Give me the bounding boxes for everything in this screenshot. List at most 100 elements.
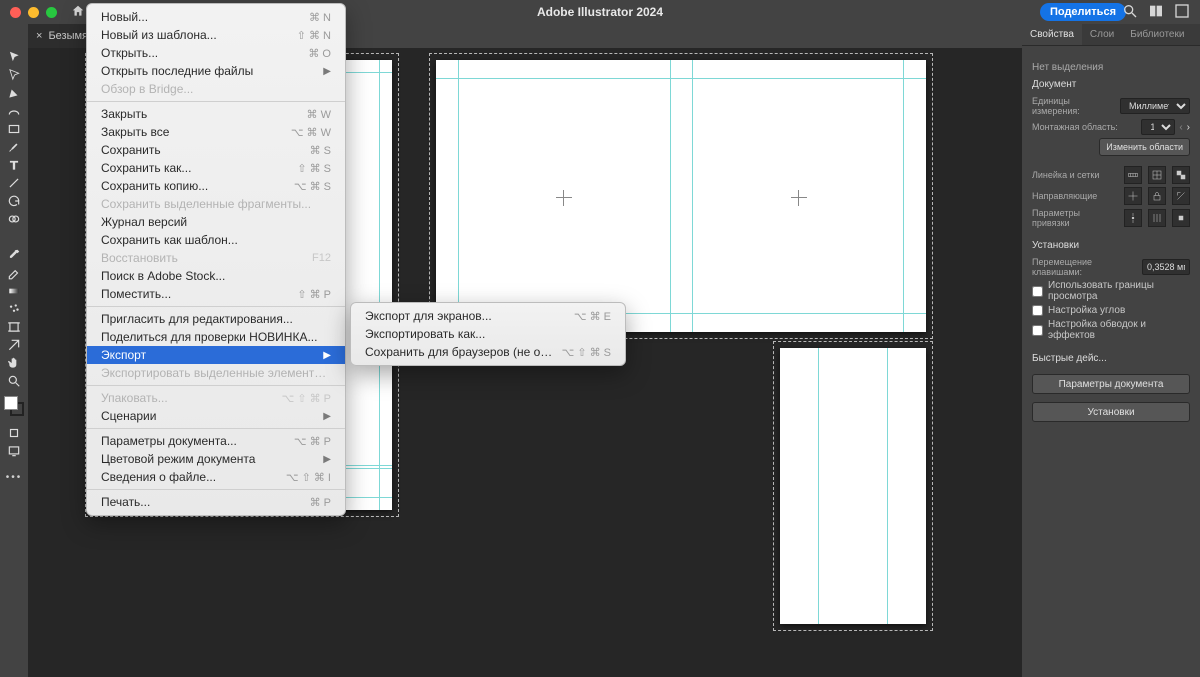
artboard-2[interactable] xyxy=(436,60,926,332)
slice-tool-icon[interactable] xyxy=(0,336,28,354)
document-heading: Документ xyxy=(1032,79,1190,90)
nudge-input[interactable] xyxy=(1142,259,1190,275)
gradient-tool-icon[interactable] xyxy=(0,282,28,300)
menu-item-label: Поместить... xyxy=(101,287,289,301)
close-window-icon[interactable] xyxy=(10,7,21,18)
arrange-icon[interactable] xyxy=(1174,3,1190,22)
workspace-icon[interactable] xyxy=(1148,3,1164,22)
draw-mode-icon[interactable] xyxy=(0,424,28,442)
home-icon[interactable] xyxy=(71,4,85,21)
nudge-label: Перемещение клавишами: xyxy=(1032,257,1138,277)
type-tool-icon[interactable] xyxy=(0,156,28,174)
hand-tool-icon[interactable] xyxy=(0,354,28,372)
fill-stroke-swatch[interactable] xyxy=(4,396,24,416)
ruler-icon[interactable] xyxy=(1124,166,1142,184)
artboard-select[interactable]: 1 xyxy=(1141,119,1175,135)
tab-libraries[interactable]: Библиотеки xyxy=(1122,24,1192,45)
prefs-button[interactable]: Установки xyxy=(1032,402,1190,422)
close-tab-icon[interactable]: × xyxy=(36,30,42,42)
window-controls xyxy=(10,7,57,18)
menu-item[interactable]: Новый...⌘ N xyxy=(87,8,345,26)
show-guides-icon[interactable] xyxy=(1124,187,1142,205)
edit-artboards-button[interactable]: Изменить области xyxy=(1099,138,1190,156)
pen-tool-icon[interactable] xyxy=(0,84,28,102)
menu-item[interactable]: Печать...⌘ P xyxy=(87,493,345,511)
curvature-tool-icon[interactable] xyxy=(0,102,28,120)
menu-item-label: Закрыть xyxy=(101,107,299,121)
artboard-label: Монтажная область: xyxy=(1032,122,1137,132)
eraser-tool-icon[interactable] xyxy=(0,264,28,282)
menu-item-label: Поиск в Adobe Stock... xyxy=(101,269,331,283)
menu-item[interactable]: Цветовой режим документа▶ xyxy=(87,450,345,468)
artboard-tool-icon[interactable] xyxy=(0,318,28,336)
menu-item[interactable]: Экспортировать как... xyxy=(351,325,625,343)
menu-item[interactable]: Поделиться для проверки НОВИНКА... xyxy=(87,328,345,346)
smart-guides-icon[interactable] xyxy=(1172,187,1190,205)
zoom-tool-icon[interactable] xyxy=(0,372,28,390)
menu-shortcut: F12 xyxy=(312,252,331,264)
maximize-window-icon[interactable] xyxy=(46,7,57,18)
menu-item[interactable]: Поиск в Adobe Stock... xyxy=(87,267,345,285)
menu-item[interactable]: Новый из шаблона...⇧ ⌘ N xyxy=(87,26,345,44)
snap-pixel-icon[interactable] xyxy=(1172,209,1190,227)
doc-params-button[interactable]: Параметры документа xyxy=(1032,374,1190,394)
next-artboard-icon[interactable]: › xyxy=(1187,122,1190,133)
menu-item: Экспортировать выделенные элементы... xyxy=(87,364,345,382)
menu-item[interactable]: Экспорт▶ xyxy=(87,346,345,364)
menu-shortcut: ⌥ ⌘ E xyxy=(574,310,611,323)
width-tool-icon[interactable] xyxy=(0,228,28,246)
menu-item[interactable]: Экспорт для экранов...⌥ ⌘ E xyxy=(351,307,625,325)
fill-color-icon[interactable] xyxy=(4,396,18,410)
symbol-sprayer-tool-icon[interactable] xyxy=(0,300,28,318)
lock-guides-icon[interactable] xyxy=(1148,187,1166,205)
menu-item[interactable]: Сохранить копию...⌥ ⌘ S xyxy=(87,177,345,195)
chk-strokes[interactable] xyxy=(1032,325,1043,336)
menu-item: Упаковать...⌥ ⇧ ⌘ P xyxy=(87,389,345,407)
menu-item[interactable]: Закрыть все⌥ ⌘ W xyxy=(87,123,345,141)
menu-item[interactable]: Пригласить для редактирования... xyxy=(87,310,345,328)
snap-grid-icon[interactable] xyxy=(1148,209,1166,227)
eyedropper-tool-icon[interactable] xyxy=(0,246,28,264)
prev-artboard-icon[interactable]: ‹ xyxy=(1179,122,1182,133)
transparency-grid-icon[interactable] xyxy=(1172,166,1190,184)
menu-item[interactable]: Сценарии▶ xyxy=(87,407,345,425)
rectangle-tool-icon[interactable] xyxy=(0,120,28,138)
edit-toolbar-icon[interactable]: ••• xyxy=(6,472,23,483)
menu-item[interactable]: Закрыть⌘ W xyxy=(87,105,345,123)
tab-properties[interactable]: Свойства xyxy=(1022,24,1082,45)
artboard-3[interactable] xyxy=(780,348,926,624)
menu-item[interactable]: Журнал версий xyxy=(87,213,345,231)
rotate-tool-icon[interactable] xyxy=(0,192,28,210)
menu-item[interactable]: Поместить...⇧ ⌘ P xyxy=(87,285,345,303)
grid-icon[interactable] xyxy=(1148,166,1166,184)
menu-item-label: Обзор в Bridge... xyxy=(101,82,331,96)
menu-item-label: Сохранить копию... xyxy=(101,179,286,193)
line-tool-icon[interactable] xyxy=(0,174,28,192)
menu-item[interactable]: Сохранить как...⇧ ⌘ S xyxy=(87,159,345,177)
tab-layers[interactable]: Слои xyxy=(1082,24,1122,45)
menu-item-label: Сохранить для браузеров (не обновляется)… xyxy=(365,345,554,359)
menu-item[interactable]: Сведения о файле...⌥ ⇧ ⌘ I xyxy=(87,468,345,486)
screen-mode-icon[interactable] xyxy=(0,442,28,460)
menu-item[interactable]: Сохранить для браузеров (не обновляется)… xyxy=(351,343,625,361)
chk-preview-bounds[interactable] xyxy=(1032,286,1043,297)
search-icon[interactable] xyxy=(1122,3,1138,22)
shape-builder-tool-icon[interactable] xyxy=(0,210,28,228)
chk-corners[interactable] xyxy=(1032,305,1043,316)
properties-panel: Свойства Слои Библиотеки Нет выделения Д… xyxy=(1022,24,1200,677)
menu-item[interactable]: Открыть...⌘ O xyxy=(87,44,345,62)
snap-point-icon[interactable] xyxy=(1124,209,1142,227)
paintbrush-tool-icon[interactable] xyxy=(0,138,28,156)
direct-selection-tool-icon[interactable] xyxy=(0,66,28,84)
selection-tool-icon[interactable] xyxy=(0,48,28,66)
share-button[interactable]: Поделиться xyxy=(1040,3,1126,21)
menu-item[interactable]: Сохранить⌘ S xyxy=(87,141,345,159)
file-menu[interactable]: Новый...⌘ NНовый из шаблона...⇧ ⌘ NОткры… xyxy=(86,3,346,516)
menu-item-label: Параметры документа... xyxy=(101,434,286,448)
menu-item[interactable]: Сохранить как шаблон... xyxy=(87,231,345,249)
units-select[interactable]: Миллиметры xyxy=(1120,98,1190,114)
menu-item[interactable]: Параметры документа...⌥ ⌘ P xyxy=(87,432,345,450)
export-submenu[interactable]: Экспорт для экранов...⌥ ⌘ EЭкспортироват… xyxy=(350,302,626,366)
menu-item[interactable]: Открыть последние файлы▶ xyxy=(87,62,345,80)
minimize-window-icon[interactable] xyxy=(28,7,39,18)
